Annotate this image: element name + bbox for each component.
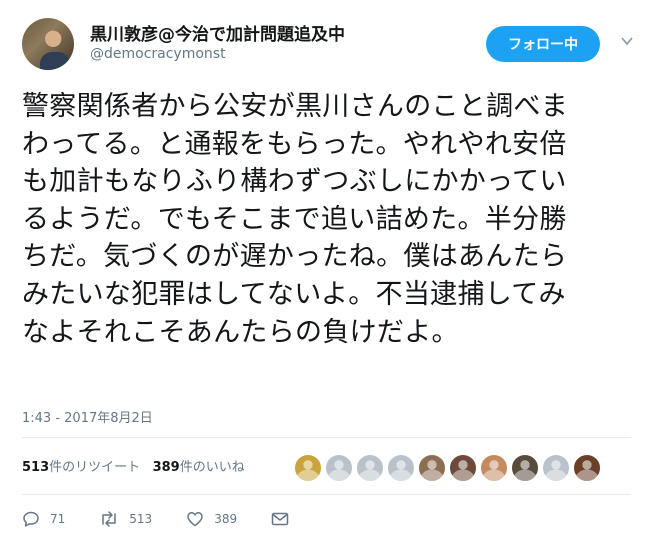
liker-avatar[interactable] bbox=[449, 454, 477, 482]
engagement-stats: 513件のリツイート 389件のいいね bbox=[22, 456, 245, 475]
liker-avatars bbox=[294, 454, 601, 482]
tweet-text-line: ちだ。気づくのが遅かったね。僕はあんたら bbox=[22, 241, 568, 273]
like-action-count: 389 bbox=[214, 512, 238, 526]
display-name[interactable]: 黒川敦彦@今治で加計問題追及中 bbox=[90, 20, 345, 45]
retweets-count: 513 bbox=[22, 460, 50, 475]
retweet-action-count: 513 bbox=[129, 512, 153, 526]
liker-avatar[interactable] bbox=[573, 454, 601, 482]
avatar[interactable] bbox=[22, 18, 74, 70]
tweet-text-line: も加計もなりふり構わずつぶしにかかってい bbox=[22, 166, 567, 198]
likes-count: 389 bbox=[152, 460, 180, 475]
liker-avatar[interactable] bbox=[356, 454, 384, 482]
tweet-text: 警察関係者から公安が黒川さんのこと調べま わってる。と通報をもらった。やれやれ安… bbox=[22, 88, 642, 351]
likes-stat[interactable]: 389件のいいね bbox=[153, 460, 245, 475]
like-icon bbox=[187, 512, 203, 527]
message-button[interactable] bbox=[271, 511, 299, 527]
retweet-button[interactable]: 513 bbox=[99, 510, 152, 528]
tweet-text-line: 警察関係者から公安が黒川さんのこと調べま bbox=[22, 91, 568, 122]
retweets-stat[interactable]: 513件のリツイート bbox=[22, 460, 140, 475]
liker-avatar[interactable] bbox=[325, 454, 353, 482]
liker-avatar[interactable] bbox=[542, 454, 570, 482]
tweet-actions: 71 513 389 bbox=[22, 510, 333, 528]
retweet-icon bbox=[102, 511, 117, 527]
tweet-timestamp[interactable]: 1:43 - 2017年8月2日 bbox=[22, 407, 153, 426]
likes-label: 件のいいね bbox=[179, 460, 245, 475]
like-button[interactable]: 389 bbox=[186, 510, 237, 528]
divider bbox=[22, 437, 631, 438]
liker-avatar[interactable] bbox=[418, 454, 446, 482]
tweet-text-line: わってる。と通報をもらった。やれやれ安倍 bbox=[22, 128, 567, 160]
reply-count: 71 bbox=[50, 512, 66, 526]
reply-icon bbox=[23, 511, 39, 527]
tweet-text-line: なよそれこそあんたらの負けだよ。 bbox=[22, 316, 459, 348]
retweets-label: 件のリツイート bbox=[49, 460, 141, 475]
divider bbox=[22, 494, 631, 495]
user-handle[interactable]: @democracymonst bbox=[90, 46, 226, 62]
tweet-card: 黒川敦彦@今治で加計問題追及中 @democracymonst フォロー中 警察… bbox=[0, 0, 653, 542]
liker-avatar[interactable] bbox=[387, 454, 415, 482]
chevron-down-icon[interactable] bbox=[620, 34, 634, 48]
liker-avatar[interactable] bbox=[511, 454, 539, 482]
reply-button[interactable]: 71 bbox=[22, 510, 65, 528]
tweet-text-line: みたいな犯罪はしてないよ。不当逮捕してみ bbox=[22, 278, 566, 310]
liker-avatar[interactable] bbox=[294, 454, 322, 482]
following-button[interactable]: フォロー中 bbox=[486, 26, 600, 62]
liker-avatar[interactable] bbox=[480, 454, 508, 482]
message-icon bbox=[271, 512, 289, 526]
tweet-text-line: るようだ。でもそこまで追い詰めた。半分勝 bbox=[22, 203, 567, 235]
